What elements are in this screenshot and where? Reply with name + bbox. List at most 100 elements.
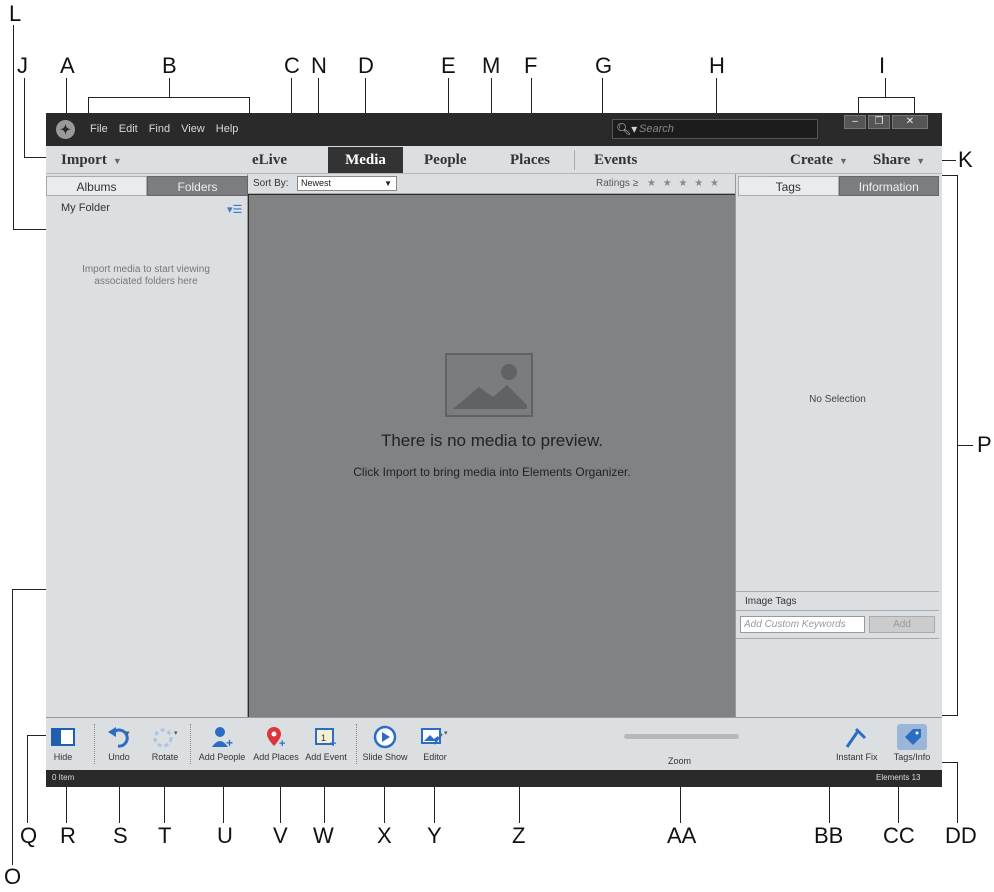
tags-info-button[interactable]: Tags/Info	[892, 722, 932, 768]
callout-f: F	[524, 53, 538, 78]
right-panel: Tags Information No Selection Image Tags…	[735, 174, 942, 717]
editor-button[interactable]: ▾ Editor	[418, 722, 452, 768]
toolbar-separator	[94, 724, 95, 764]
leader-line	[88, 97, 250, 98]
leader-line	[13, 25, 14, 230]
leader-line	[27, 735, 28, 823]
left-panel-tabs: Albums Folders	[46, 176, 248, 196]
my-folder-label[interactable]: My Folder	[61, 202, 110, 214]
tag-icon	[892, 722, 932, 752]
add-event-button[interactable]: 1 + Add Event	[304, 722, 348, 768]
svg-text:1: 1	[321, 733, 326, 743]
leader-line	[957, 762, 958, 823]
tab-media[interactable]: Media	[328, 147, 403, 173]
version-label: Elements 13	[876, 773, 921, 782]
undo-button[interactable]: ▾ Undo	[104, 722, 134, 768]
sort-by-label: Sort By:	[253, 178, 289, 189]
ratings-filter: Ratings ≥ ★ ★ ★ ★ ★	[596, 178, 721, 189]
add-keyword-button[interactable]: Add	[869, 616, 935, 633]
create-label: Create	[790, 152, 834, 168]
media-browser: There is no media to preview. Click Impo…	[249, 195, 735, 717]
svg-text:+: +	[330, 738, 336, 748]
svg-text:+: +	[226, 736, 233, 749]
tab-events[interactable]: Events	[594, 152, 637, 169]
instant-fix-button[interactable]: Instant Fix	[836, 722, 878, 768]
zoom-slider[interactable]	[624, 734, 739, 739]
search-input[interactable]	[639, 122, 809, 136]
leader-line	[957, 445, 973, 446]
menu-view[interactable]: View	[181, 123, 205, 135]
menu-file[interactable]: File	[90, 123, 108, 135]
menu-bar: File Edit Find View Help	[90, 123, 238, 135]
share-menu[interactable]: Share ▼	[873, 152, 925, 169]
svg-text:+: +	[279, 738, 285, 749]
editor-label: Editor	[423, 752, 447, 762]
tab-albums[interactable]: Albums	[46, 176, 147, 196]
ratings-symbol[interactable]: ≥	[633, 178, 639, 189]
rating-stars-icon[interactable]: ★ ★ ★ ★ ★	[647, 178, 721, 189]
hide-panel-button[interactable]: Hide	[50, 722, 76, 768]
callout-s: S	[113, 823, 128, 848]
leader-line	[940, 175, 957, 176]
app-logo-icon[interactable]: ✦	[56, 120, 75, 139]
add-event-label: Add Event	[305, 752, 347, 762]
search-icon[interactable]: 🔍︎▾	[616, 122, 637, 136]
create-menu[interactable]: Create ▼	[790, 152, 848, 169]
tab-tags[interactable]: Tags	[738, 176, 839, 196]
tab-places[interactable]: Places	[510, 152, 550, 169]
import-menu[interactable]: Import ▼	[61, 152, 122, 169]
item-count: 0 Item	[52, 773, 75, 782]
restore-button[interactable]: ❐	[868, 115, 890, 129]
import-hint: Click Import to bring media into Element…	[353, 465, 631, 479]
add-places-label: Add Places	[253, 752, 299, 762]
bottom-toolbar: Hide ▾ Undo ▾ Rotate + Add People + Add …	[46, 717, 942, 770]
view-options-icon[interactable]: ▾☰	[227, 203, 242, 216]
custom-keywords-input[interactable]	[740, 616, 865, 633]
right-panel-tabs: Tags Information	[738, 176, 939, 196]
callout-k: K	[958, 147, 973, 172]
search-box[interactable]: 🔍︎▾	[612, 119, 818, 139]
callout-o: O	[4, 864, 22, 889]
editor-icon: ▾	[418, 722, 452, 752]
window-controls: – ❐ ✕	[844, 115, 928, 129]
tab-information[interactable]: Information	[838, 176, 939, 196]
top-tab-bar: Import ▼ eLive Media People Places Events…	[46, 146, 942, 174]
callout-n: N	[311, 53, 327, 78]
slide-show-button[interactable]: Slide Show	[362, 722, 408, 768]
menu-find[interactable]: Find	[149, 123, 170, 135]
callout-v: V	[273, 823, 288, 848]
leader-line	[898, 782, 899, 823]
tab-elive[interactable]: eLive	[252, 152, 287, 169]
minimize-button[interactable]: –	[844, 115, 866, 129]
rotate-label: Rotate	[151, 752, 179, 762]
toolbar-separator	[356, 724, 357, 764]
callout-q: Q	[20, 823, 38, 848]
callout-dd: DD	[945, 823, 977, 848]
divider	[736, 638, 939, 639]
tab-people[interactable]: People	[424, 152, 467, 169]
callout-j: J	[17, 53, 28, 78]
menu-edit[interactable]: Edit	[119, 123, 138, 135]
callout-u: U	[217, 823, 233, 848]
sort-dropdown[interactable]: Newest ▼	[297, 176, 397, 191]
title-bar: ✦ File Edit Find View Help 🔍︎▾ – ❐ ✕	[46, 113, 942, 146]
menu-help[interactable]: Help	[216, 123, 239, 135]
add-people-button[interactable]: + Add People	[196, 722, 248, 768]
callout-h: H	[709, 53, 725, 78]
callout-p: P	[977, 432, 992, 457]
rotate-icon: ▾	[148, 722, 182, 752]
image-placeholder-icon	[445, 353, 533, 417]
callout-x: X	[377, 823, 392, 848]
map-pin-icon: +	[252, 722, 300, 752]
tab-folders[interactable]: Folders	[147, 176, 248, 196]
close-button[interactable]: ✕	[892, 115, 928, 129]
tags-info-label: Tags/Info	[893, 752, 931, 762]
hide-label: Hide	[53, 752, 73, 762]
chevron-down-icon: ▼	[384, 179, 392, 188]
leader-line	[858, 97, 915, 98]
callout-i: I	[879, 53, 886, 78]
rotate-button[interactable]: ▾ Rotate	[148, 722, 182, 768]
instant-fix-icon	[836, 722, 876, 752]
undo-icon: ▾	[104, 722, 134, 752]
add-places-button[interactable]: + Add Places	[252, 722, 300, 768]
